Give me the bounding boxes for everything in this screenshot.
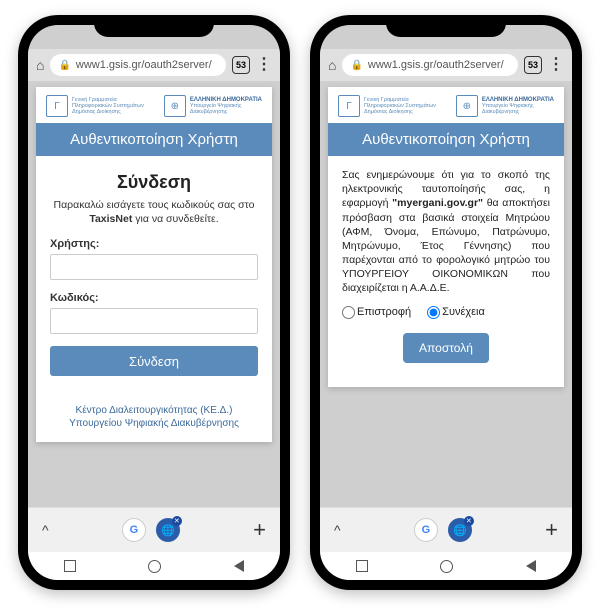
recents-button[interactable]	[64, 560, 76, 572]
phone-frame-left: ⌂ 🔒 www1.gsis.gr/oauth2server/ 53 ⋮ Γ Γε…	[18, 15, 290, 590]
url-bar[interactable]: 🔒 www1.gsis.gr/oauth2server/	[50, 54, 226, 76]
url-text: www1.gsis.gr/oauth2server/	[368, 59, 504, 71]
gov-logo-icon: ⊕	[164, 95, 186, 117]
home-icon[interactable]: ⌂	[36, 57, 44, 73]
recents-button[interactable]	[356, 560, 368, 572]
username-input[interactable]	[50, 254, 258, 280]
phone-notch	[94, 15, 214, 37]
phone-screen-right: ⌂ 🔒 www1.gsis.gr/oauth2server/ 53 ⋮ Γ Γε…	[320, 25, 572, 580]
radio-continue[interactable]	[427, 306, 440, 319]
gov-logo-icon: ⊕	[456, 95, 478, 117]
login-title: Σύνδεση	[50, 172, 258, 193]
logo-gsis: Γ Γενική Γραμματεία Πληροφοριακών Συστημ…	[338, 95, 436, 117]
phone-frame-right: ⌂ 🔒 www1.gsis.gr/oauth2server/ 53 ⋮ Γ Γε…	[310, 15, 582, 590]
up-icon[interactable]: ^	[42, 522, 49, 538]
logos-row: Γ Γενική Γραμματεία Πληροφοριακών Συστημ…	[328, 87, 564, 123]
auth-card: Γ Γενική Γραμματεία Πληροφοριακών Συστημ…	[328, 87, 564, 387]
login-button[interactable]: Σύνδεση	[50, 346, 258, 376]
close-badge-icon: ✕	[172, 516, 182, 526]
menu-icon[interactable]: ⋮	[256, 57, 272, 73]
phone-screen-left: ⌂ 🔒 www1.gsis.gr/oauth2server/ 53 ⋮ Γ Γε…	[28, 25, 280, 580]
google-shortcut[interactable]: G	[414, 518, 438, 542]
username-label: Χρήστης:	[50, 238, 258, 250]
logo-gsis: Γ Γενική Γραμματεία Πληροφοριακών Συστημ…	[46, 95, 144, 117]
consent-text: Σας ενημερώνουμε ότι για το σκοπό της ηλ…	[342, 166, 550, 306]
android-nav	[28, 552, 280, 580]
menu-icon[interactable]: ⋮	[548, 57, 564, 73]
tab-count[interactable]: 53	[232, 56, 250, 74]
radio-back[interactable]	[342, 306, 355, 319]
page-content-consent: Γ Γενική Γραμματεία Πληροφοριακών Συστημ…	[320, 81, 572, 507]
up-icon[interactable]: ^	[334, 522, 341, 538]
back-button[interactable]	[526, 560, 536, 572]
gsis-logo-icon: Γ	[338, 95, 360, 117]
logo-govgr: ⊕ ΕΛΛΗΝΙΚΗ ΔΗΜΟΚΡΑΤΙΑ Υπουργείο Ψηφιακής…	[456, 95, 554, 117]
lock-icon: 🔒	[58, 60, 70, 71]
phone-notch	[386, 15, 506, 37]
android-nav	[320, 552, 572, 580]
close-badge-icon: ✕	[464, 516, 474, 526]
back-button[interactable]	[234, 560, 244, 572]
home-button[interactable]	[440, 560, 453, 573]
gsis-logo-icon: Γ	[46, 95, 68, 117]
logos-row: Γ Γενική Γραμματεία Πληροφοριακών Συστημ…	[36, 87, 272, 123]
browser-bottom-strip: ^ G 🌐✕ +	[28, 507, 280, 552]
tab-count[interactable]: 53	[524, 56, 542, 74]
auth-banner: Αυθεντικοποίηση Χρήστη	[328, 123, 564, 156]
login-intro: Παρακαλώ εισάγετε τους κωδικούς σας στο …	[50, 199, 258, 226]
lock-icon: 🔒	[350, 60, 362, 71]
consent-options: Επιστροφή Συνέχεια	[342, 306, 550, 319]
url-text: www1.gsis.gr/oauth2server/	[76, 59, 212, 71]
footer-link[interactable]: Κέντρο Διαλειτουργικότητας (ΚΕ.Δ.) Υπουρ…	[36, 386, 272, 442]
send-button[interactable]: Αποστολή	[403, 333, 489, 363]
logo-govgr: ⊕ ΕΛΛΗΝΙΚΗ ΔΗΜΟΚΡΑΤΙΑ Υπουργείο Ψηφιακής…	[164, 95, 262, 117]
app-shortcut[interactable]: 🌐✕	[156, 518, 180, 542]
password-input[interactable]	[50, 308, 258, 334]
plus-icon[interactable]: +	[545, 517, 558, 543]
google-shortcut[interactable]: G	[122, 518, 146, 542]
home-icon[interactable]: ⌂	[328, 57, 336, 73]
auth-banner: Αυθεντικοποίηση Χρήστη	[36, 123, 272, 156]
browser-bar: ⌂ 🔒 www1.gsis.gr/oauth2server/ 53 ⋮	[320, 49, 572, 81]
browser-bottom-strip: ^ G 🌐✕ +	[320, 507, 572, 552]
page-content-login: Γ Γενική Γραμματεία Πληροφοριακών Συστημ…	[28, 81, 280, 507]
plus-icon[interactable]: +	[253, 517, 266, 543]
option-continue[interactable]: Συνέχεια	[427, 306, 485, 319]
browser-bar: ⌂ 🔒 www1.gsis.gr/oauth2server/ 53 ⋮	[28, 49, 280, 81]
url-bar[interactable]: 🔒 www1.gsis.gr/oauth2server/	[342, 54, 518, 76]
home-button[interactable]	[148, 560, 161, 573]
option-back[interactable]: Επιστροφή	[342, 306, 411, 319]
app-shortcut[interactable]: 🌐✕	[448, 518, 472, 542]
password-label: Κωδικός:	[50, 292, 258, 304]
auth-card: Γ Γενική Γραμματεία Πληροφοριακών Συστημ…	[36, 87, 272, 442]
